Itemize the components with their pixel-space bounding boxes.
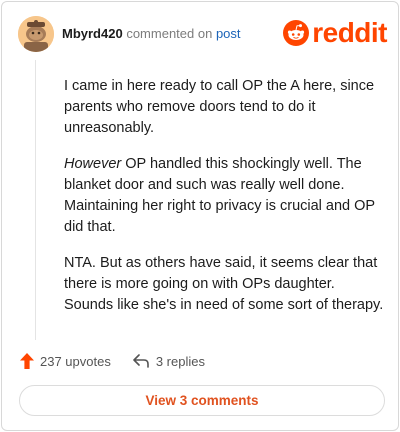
reddit-wordmark: reddit [312,17,387,48]
view-comments-button[interactable]: View 3 comments [19,385,385,416]
upvote-count: 237 upvotes [40,353,111,369]
reddit-logo[interactable]: reddit [283,16,387,50]
comment-paragraph: NTA. But as others have said, it seems c… [64,255,384,313]
snoo-avatar-icon [18,16,54,52]
username-link[interactable]: Mbyrd420 [62,26,123,41]
comment-paragraph: I came in here ready to call OP the A he… [64,78,375,136]
action-text: commented on [126,26,213,41]
comment-actions: 237 upvotes 3 replies [20,351,205,371]
thread-line [35,60,36,340]
upvote-arrow-icon [20,353,34,369]
reply-arrow-icon [133,354,149,368]
comment-paragraph: However OP handled this shockingly well.… [64,154,384,238]
comment-meta: Mbyrd420 commented on post [62,26,241,41]
comment-card: Mbyrd420 commented on post reddit I came… [1,1,399,431]
upvote-button[interactable]: 237 upvotes [20,353,111,369]
reddit-snoo-logo-icon [283,20,310,46]
emphasis-text: However [64,156,122,172]
post-link[interactable]: post [216,26,241,41]
reply-count: 3 replies [155,353,205,369]
comment-body: I came in here ready to call OP the A he… [64,76,384,331]
reply-button[interactable]: 3 replies [133,354,205,369]
avatar[interactable] [18,16,54,52]
comment-header: Mbyrd420 commented on post reddit [18,16,387,52]
